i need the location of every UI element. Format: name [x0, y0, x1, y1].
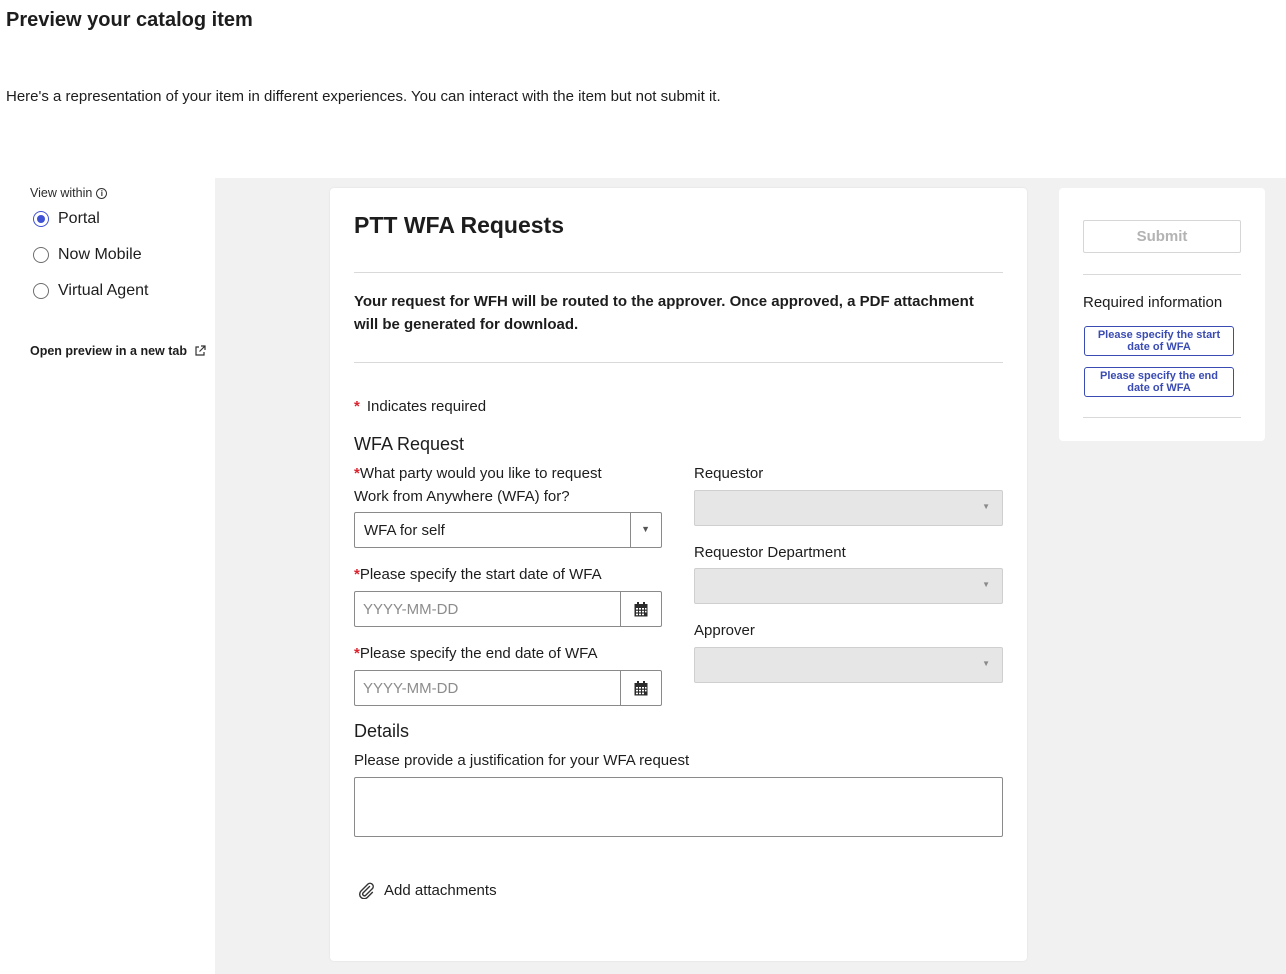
- add-attachments-label: Add attachments: [384, 882, 497, 899]
- required-item-end-date[interactable]: Please specify the end date of WFA: [1084, 367, 1234, 397]
- justification-textarea[interactable]: [354, 777, 1003, 837]
- chevron-down-icon: ▼: [982, 659, 990, 668]
- divider: [1083, 417, 1241, 418]
- info-icon[interactable]: i: [96, 187, 108, 199]
- party-select[interactable]: WFA for self ▼: [354, 512, 662, 548]
- open-preview-link[interactable]: Open preview in a new tab: [30, 344, 206, 358]
- catalog-item-card: PTT WFA Requests Your request for WFH wi…: [330, 188, 1027, 961]
- required-note: * Indicates required: [354, 398, 486, 415]
- radio-label-now-mobile: Now Mobile: [58, 246, 142, 263]
- page-title: Preview your catalog item: [6, 9, 253, 31]
- party-label-line2: Work from Anywhere (WFA) for?: [354, 488, 570, 505]
- end-date-input[interactable]: YYYY-MM-DD: [354, 670, 662, 706]
- start-date-input[interactable]: YYYY-MM-DD: [354, 591, 662, 627]
- required-information-title: Required information: [1083, 294, 1223, 311]
- required-asterisk: *: [354, 398, 360, 415]
- add-attachments-button[interactable]: Add attachments: [358, 882, 497, 899]
- end-date-label-text: Please specify the end date of WFA: [359, 645, 598, 662]
- open-preview-label: Open preview in a new tab: [30, 344, 187, 358]
- view-within-label: View within i: [30, 186, 108, 200]
- select-separator: [630, 513, 631, 547]
- radio-button-now-mobile[interactable]: [33, 247, 49, 263]
- radio-virtual-agent[interactable]: Virtual Agent: [33, 282, 148, 300]
- side-panel: Submit Required information Please speci…: [1059, 188, 1265, 441]
- item-title: PTT WFA Requests: [354, 212, 564, 238]
- radio-label-portal: Portal: [58, 210, 100, 227]
- divider: [1083, 274, 1241, 275]
- radio-label-virtual-agent: Virtual Agent: [58, 282, 149, 299]
- radio-now-mobile[interactable]: Now Mobile: [33, 246, 142, 264]
- submit-button[interactable]: Submit: [1083, 220, 1241, 253]
- radio-portal[interactable]: Portal: [33, 210, 100, 228]
- start-date-calendar-button[interactable]: [620, 592, 661, 626]
- calendar-icon: [634, 601, 648, 616]
- requestor-department-select[interactable]: ▼: [694, 568, 1003, 604]
- approver-label: Approver: [694, 622, 755, 639]
- required-item-start-date[interactable]: Please specify the start date of WFA: [1084, 326, 1234, 356]
- external-link-icon: [195, 345, 206, 356]
- page-description: Here's a representation of your item in …: [6, 88, 721, 105]
- start-date-label: *Please specify the start date of WFA: [354, 563, 602, 586]
- start-date-placeholder: YYYY-MM-DD: [363, 601, 459, 618]
- divider: [354, 362, 1003, 363]
- justification-label: Please provide a justification for your …: [354, 752, 690, 769]
- divider: [354, 272, 1003, 273]
- party-field-label: *What party would you like to request Wo…: [354, 462, 602, 508]
- required-note-text: Indicates required: [366, 398, 487, 415]
- chevron-down-icon: ▼: [641, 524, 650, 534]
- chevron-down-icon: ▼: [982, 502, 990, 511]
- section-title-details: Details: [354, 721, 410, 741]
- paperclip-icon: [358, 882, 374, 899]
- view-within-text: View within: [30, 186, 93, 200]
- chevron-down-icon: ▼: [982, 580, 990, 589]
- party-label-line1: What party would you like to request: [359, 465, 602, 482]
- radio-button-portal[interactable]: [33, 211, 49, 227]
- party-select-value: WFA for self: [364, 522, 445, 539]
- end-date-label: *Please specify the end date of WFA: [354, 642, 597, 665]
- end-date-placeholder: YYYY-MM-DD: [363, 680, 459, 697]
- start-date-label-text: Please specify the start date of WFA: [359, 566, 602, 583]
- approver-select[interactable]: ▼: [694, 647, 1003, 683]
- calendar-icon: [634, 680, 648, 695]
- radio-button-virtual-agent[interactable]: [33, 283, 49, 299]
- section-title-wfa-request: WFA Request: [354, 434, 465, 454]
- requestor-department-label: Requestor Department: [694, 544, 846, 561]
- end-date-calendar-button[interactable]: [620, 671, 661, 705]
- item-description: Your request for WFH will be routed to t…: [354, 293, 974, 333]
- requestor-label: Requestor: [694, 465, 764, 482]
- requestor-select[interactable]: ▼: [694, 490, 1003, 526]
